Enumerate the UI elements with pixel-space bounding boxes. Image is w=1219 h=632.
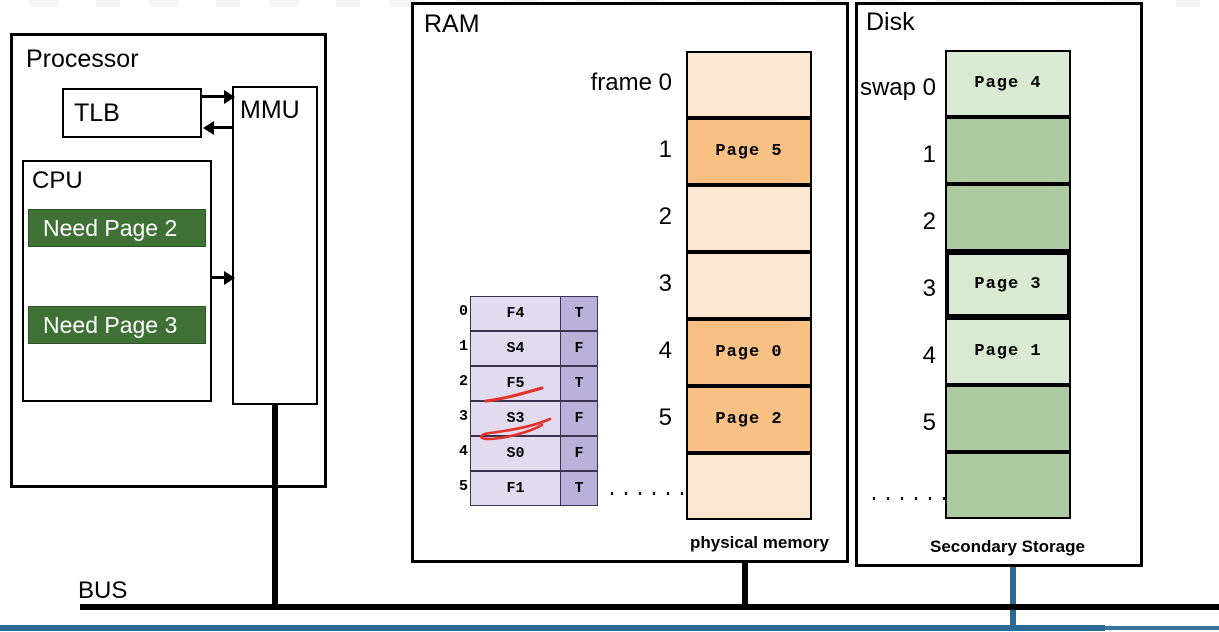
swap-label-1: 1 [922,141,936,168]
bus-underline [0,625,1105,631]
disk-bus-connector [1010,567,1016,627]
page-table-index-3: 3 [458,408,468,425]
tlb-to-mmu-arrow [202,95,226,98]
cpu-label: CPU [32,167,83,194]
frame-label-0: frame 0 [590,69,672,96]
page-table-valid-2: T [560,366,598,401]
swap-cell-5 [945,385,1071,452]
page-table-index-2: 2 [458,373,468,390]
page-table-valid-5: T [560,471,598,506]
frame-label-2: 2 [658,203,672,230]
ram-label: RAM [424,10,480,38]
tlb-to-mmu-arrowhead [224,89,235,104]
bus-underline-extension [1105,626,1219,630]
page-table-index-5: 5 [458,478,468,495]
page-table-valid-4: F [560,436,598,471]
swap-cell-4: Page 1 [945,318,1071,385]
cpu-box [22,160,212,402]
swap-cell-0: Page 4 [945,50,1071,117]
disk-ellipsis: ...... [868,484,953,507]
tlb-label: TLB [74,99,120,127]
swap-cell-2 [945,184,1071,251]
swap-cell-overflow [945,452,1071,519]
cpu-request-need-page-3: Need Page 3 [28,306,206,344]
mmu-to-tlb-arrowhead [203,120,214,135]
diagram-canvas: Processor TLB MMU CPU Need Page 2 Need P… [0,0,1219,632]
page-table-index-4: 4 [458,443,468,460]
frame-label-5: 5 [658,404,672,431]
page-table-valid-0: T [560,296,598,331]
secondary-storage-caption: Secondary Storage [930,537,1085,556]
processor-label: Processor [26,45,139,73]
bus-label: BUS [78,577,128,604]
bus-line [80,604,1219,610]
physical-memory-caption: physical memory [690,533,829,552]
swap-label-5: 5 [922,409,936,436]
page-table-index-0: 0 [458,303,468,320]
swap-label-4: 4 [922,342,936,369]
frame-cell-overflow [686,453,812,520]
mmu-label: MMU [240,96,300,124]
ram-ellipsis: ...... [606,479,691,502]
page-table-index-1: 1 [458,338,468,355]
ram-bus-connector [742,562,748,607]
cpu-to-mmu-arrowhead [224,270,235,285]
page-table-row: F4 T [470,296,598,331]
processor-bus-connector [272,404,278,607]
page-table-location-5: F1 [470,471,560,506]
frame-label-3: 3 [658,270,672,297]
swap-cell-3: Page 3 [945,251,1071,318]
disk-label: Disk [866,8,915,36]
swap-label-2: 2 [922,208,936,235]
frame-label-4: 4 [658,337,672,364]
page-table-row: F1 T [470,471,598,506]
frame-label-1: 1 [658,136,672,163]
mmu-to-tlb-arrow [212,126,234,129]
swap-label-3: 3 [922,275,936,302]
cpu-request-need-page-2: Need Page 2 [28,209,206,247]
red-annotation-f5 [484,386,544,403]
page-table-location-0: F4 [470,296,560,331]
mmu-box [232,86,318,405]
swap-cell-1 [945,117,1071,184]
swap-label-0: swap 0 [859,74,936,101]
